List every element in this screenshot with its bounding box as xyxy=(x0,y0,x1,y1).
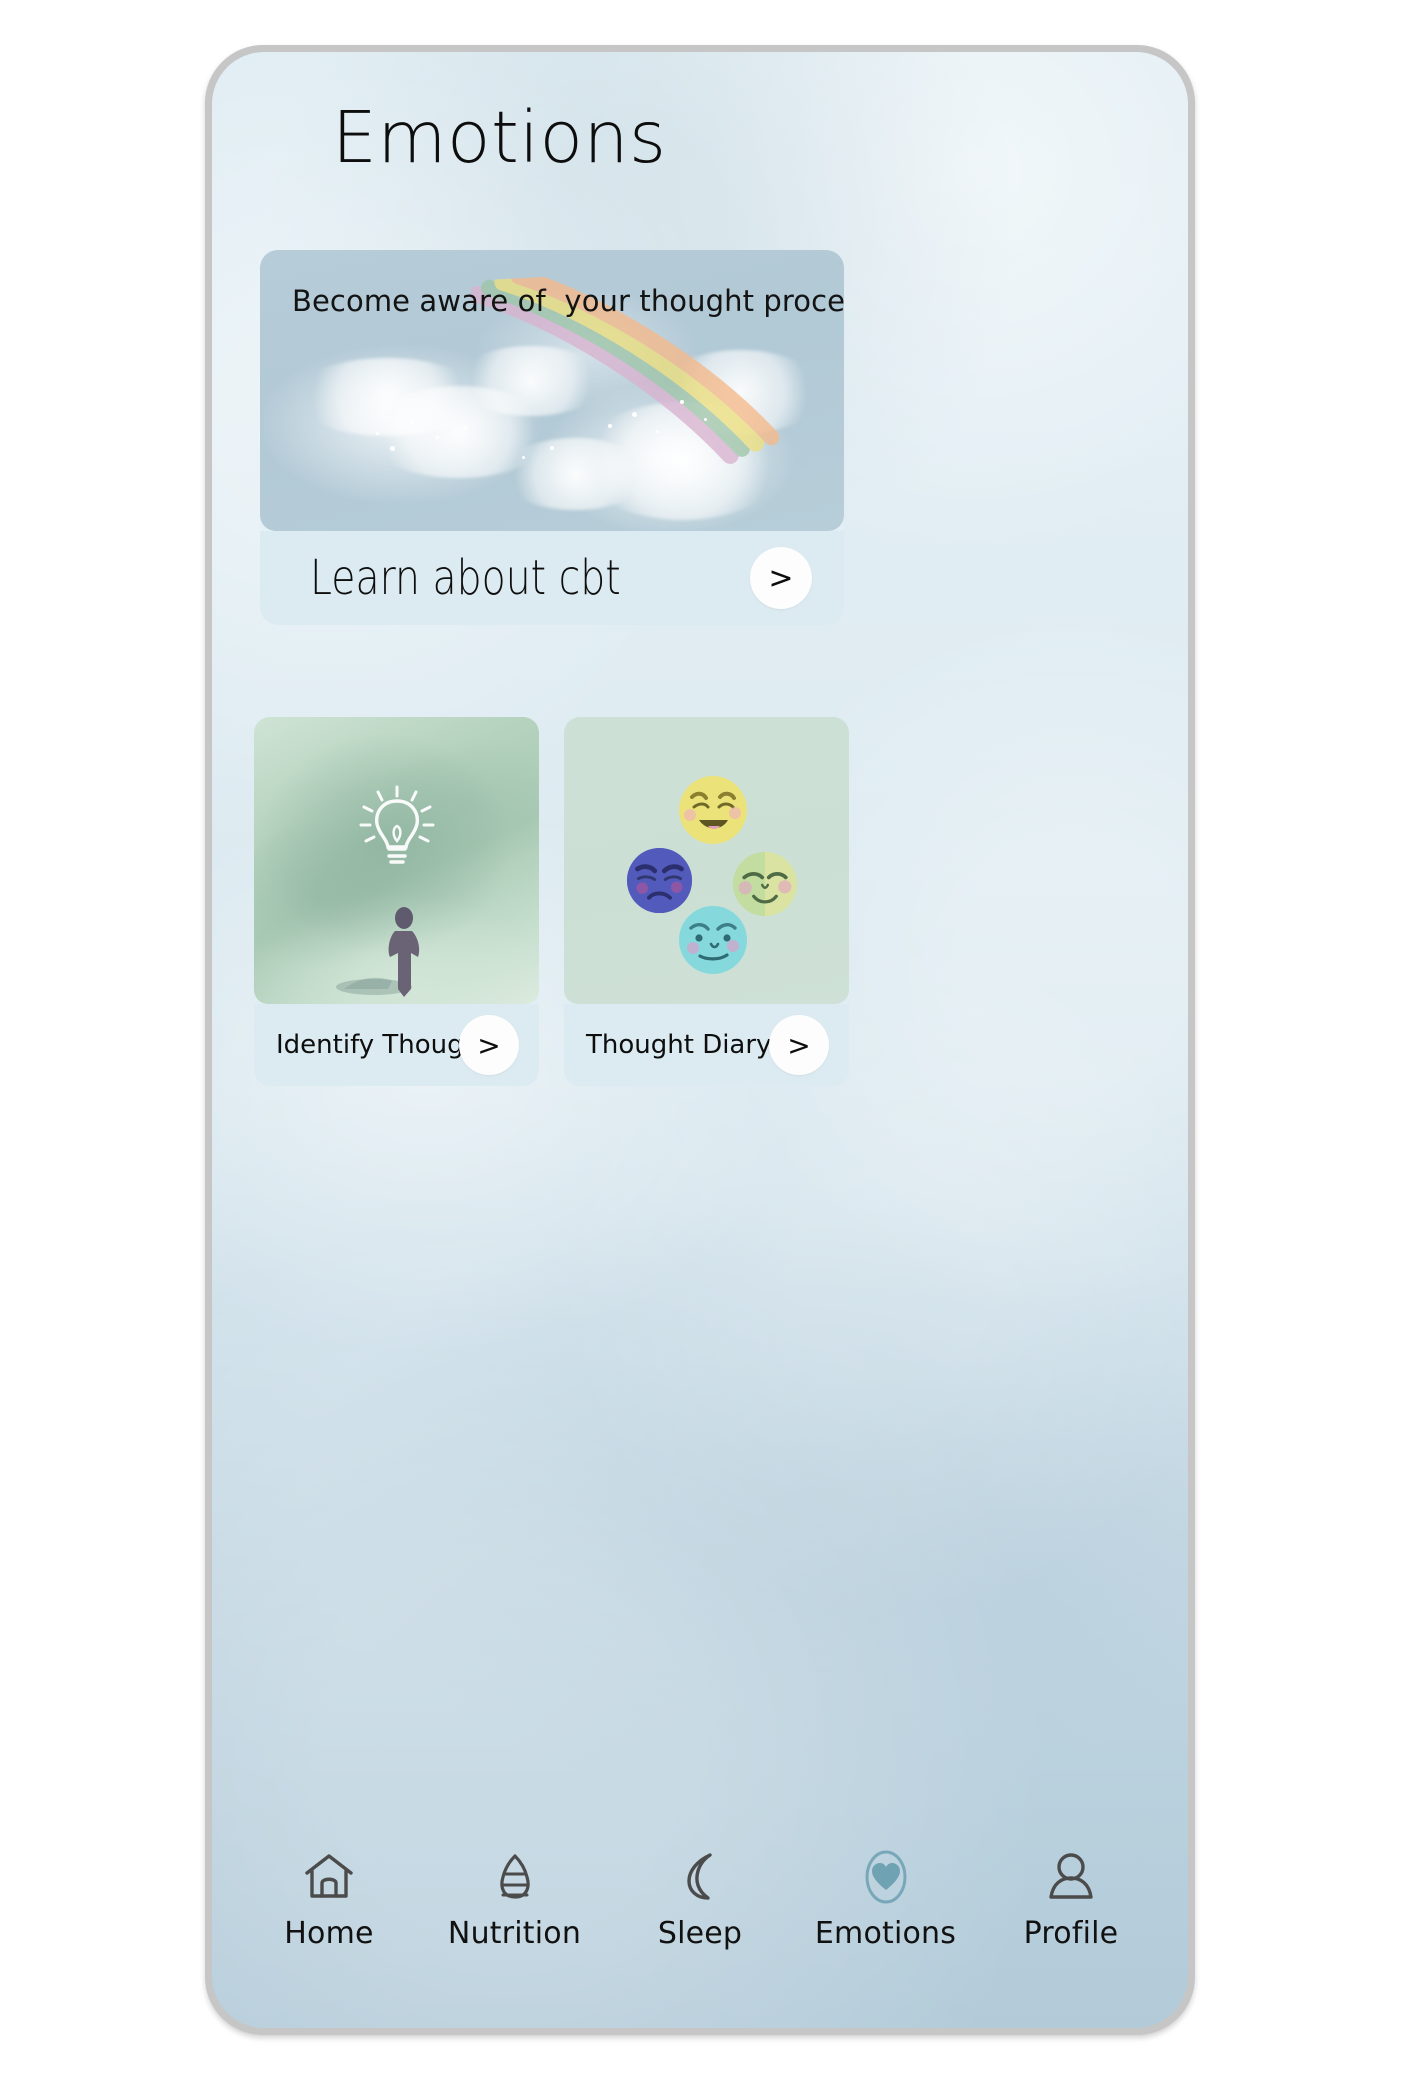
chevron-right-icon[interactable]: > xyxy=(750,547,812,609)
cbt-banner-image: Become aware of your thought process xyxy=(260,250,844,531)
chevron-right-icon[interactable]: > xyxy=(459,1015,519,1075)
sparkle-dot xyxy=(704,418,707,421)
sparkle-dot xyxy=(410,420,414,424)
heart-icon xyxy=(863,1846,909,1908)
sparkle-dot xyxy=(680,400,684,404)
sparkle-dot xyxy=(550,446,554,450)
page-title: Emotions xyxy=(332,96,667,179)
sparkle-dot xyxy=(390,446,395,451)
nav-item-sleep[interactable]: Sleep xyxy=(611,1846,789,1951)
nav-label-sleep: Sleep xyxy=(657,1916,743,1951)
sparkle-dot xyxy=(522,456,525,459)
nav-label-nutrition: Nutrition xyxy=(447,1916,582,1951)
nav-item-profile[interactable]: Profile xyxy=(982,1846,1160,1951)
sparkle-dot xyxy=(376,432,379,435)
bottom-navigation-bar: Home Nutrition Sleep Emotions Profile xyxy=(212,1846,1188,1976)
sparkle-dot xyxy=(632,412,637,417)
nav-label-profile: Profile xyxy=(1023,1916,1119,1951)
neutral-face-icon xyxy=(679,906,747,974)
thought-diary-label: Thought Diary xyxy=(586,1030,772,1060)
chevron-right-icon[interactable]: > xyxy=(769,1015,829,1075)
sparkle-dot xyxy=(464,426,467,429)
sparkle-dot xyxy=(656,430,659,433)
nav-label-emotions: Emotions xyxy=(814,1916,957,1951)
nav-item-emotions[interactable]: Emotions xyxy=(797,1846,975,1951)
nav-item-home[interactable]: Home xyxy=(240,1846,418,1951)
nav-label-home: Home xyxy=(284,1916,374,1951)
learn-about-cbt-row[interactable]: Learn about cbt > xyxy=(260,531,844,625)
person-icon xyxy=(1046,1846,1096,1908)
moon-icon xyxy=(676,1846,724,1908)
identify-thoughts-image xyxy=(254,717,539,1004)
thought-diary-image xyxy=(564,717,849,1004)
learn-about-cbt-label: Learn about cbt xyxy=(310,550,621,606)
content-face-icon xyxy=(732,851,798,917)
sparkle-dot xyxy=(436,436,439,439)
learn-about-cbt-card[interactable]: Become aware of your thought process Lea… xyxy=(260,250,844,625)
happy-face-icon xyxy=(679,776,747,844)
identify-thoughts-row[interactable]: Identify Thoughts > xyxy=(254,1004,539,1086)
sparkle-dot xyxy=(608,424,612,428)
app-screen: Emotions Become aware of your thought pr… xyxy=(212,52,1188,2028)
home-icon xyxy=(303,1846,355,1908)
nav-item-nutrition[interactable]: Nutrition xyxy=(426,1846,604,1951)
lightbulb-icon xyxy=(359,785,434,864)
thought-diary-row[interactable]: Thought Diary > xyxy=(564,1004,849,1086)
cbt-banner-text: Become aware of your thought process xyxy=(292,284,844,318)
sad-face-icon xyxy=(626,847,693,914)
identify-thoughts-card[interactable]: Identify Thoughts > xyxy=(254,717,539,1086)
nutrition-icon xyxy=(492,1846,538,1908)
person-silhouette-icon xyxy=(335,907,419,997)
phone-frame: Emotions Become aware of your thought pr… xyxy=(205,45,1195,2035)
thought-diary-card[interactable]: Thought Diary > xyxy=(564,717,849,1086)
